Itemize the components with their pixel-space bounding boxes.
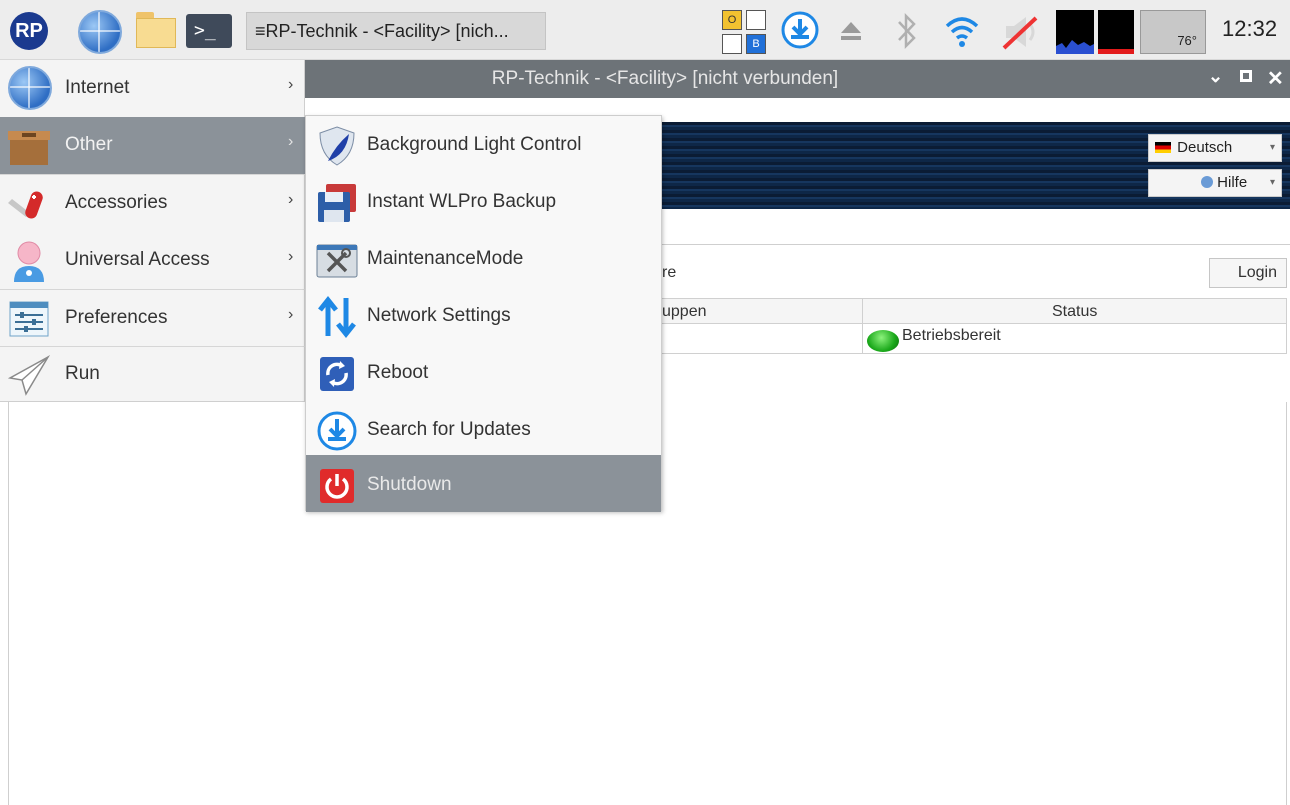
floppy-icon [318, 184, 356, 222]
pocketknife-icon [8, 191, 43, 219]
partial-label: re [662, 264, 677, 281]
chevron-right-icon: › [288, 191, 294, 208]
menu-item-preferences[interactable]: Preferences › [0, 290, 305, 347]
submenu-item-label: MaintenanceMode [367, 248, 524, 269]
submenu-item-network-settings[interactable]: Network Settings [306, 288, 661, 345]
power-icon [320, 469, 354, 503]
submenu-item-shutdown[interactable]: Shutdown [306, 455, 661, 512]
submenu-item-maintenancemode[interactable]: MaintenanceMode [306, 231, 661, 288]
submenu-item-label: Search for Updates [367, 419, 531, 440]
cpu-monitor-graph [1056, 10, 1094, 54]
paper-plane-icon [8, 355, 50, 396]
language-select-value: Deutsch [1177, 139, 1233, 156]
submenu-item-reboot[interactable]: Reboot [306, 345, 661, 402]
menu-item-label: Accessories [65, 192, 168, 213]
reboot-icon [320, 357, 354, 391]
submenu-item-label: Shutdown [367, 474, 452, 495]
shield-icon [319, 126, 355, 166]
status-ok-icon [867, 330, 899, 352]
help-select-value: Hilfe [1217, 174, 1248, 191]
chevron-right-icon: › [288, 133, 294, 150]
ob-indicator-b[interactable]: B [746, 34, 766, 54]
submenu-item-label: Background Light Control [367, 134, 582, 155]
help-select[interactable]: Hilfe ▾ [1148, 169, 1282, 197]
person-icon [14, 241, 44, 282]
submenu-item-label: Reboot [367, 362, 429, 383]
chevron-down-icon: ▾ [1269, 142, 1275, 153]
sliders-icon [9, 301, 49, 337]
status-text: Betriebsbereit [902, 327, 1001, 344]
volume-muted-icon[interactable] [1000, 14, 1046, 50]
updates-download-icon[interactable] [780, 10, 820, 50]
taskbar: RP >_ ≡RP-Technik - <Facility> [nich... … [0, 0, 1290, 60]
ob-indicator-o[interactable]: O [722, 10, 742, 30]
submenu-item-background-light-control[interactable]: Background Light Control [306, 117, 661, 174]
column-divider [862, 324, 863, 353]
download-icon [317, 411, 357, 451]
menu-item-label: Universal Access [65, 249, 210, 270]
menu-item-internet[interactable]: Internet › [0, 60, 305, 117]
column-header-groups[interactable]: uppen [662, 303, 707, 321]
column-header-status[interactable]: Status [1052, 303, 1097, 321]
temperature-indicator: 76° [1140, 10, 1206, 54]
menu-item-label: Preferences [65, 307, 168, 328]
menu-item-other[interactable]: Other › [0, 117, 305, 174]
web-browser-icon[interactable] [78, 10, 122, 54]
menu-item-label: Internet [65, 77, 130, 98]
updown-arrows-icon [318, 296, 356, 338]
chevron-down-icon[interactable]: ⌄ [1208, 66, 1223, 87]
application-menu: Internet › Other › Accessories › Univers… [0, 60, 305, 402]
ob-indicator-blank [722, 34, 742, 54]
globe-small-icon [1201, 176, 1213, 188]
chevron-down-icon: ▾ [1269, 177, 1275, 188]
maximize-icon[interactable] [1240, 66, 1252, 87]
language-select[interactable]: Deutsch ▾ [1148, 134, 1282, 162]
chevron-right-icon: › [288, 306, 294, 323]
column-divider [862, 299, 863, 323]
memory-monitor-graph [1098, 10, 1134, 54]
globe-icon [8, 66, 52, 110]
eject-icon[interactable] [840, 20, 862, 42]
terminal-icon[interactable]: >_ [186, 14, 232, 48]
tools-icon [316, 244, 358, 278]
clock[interactable]: 12:32 [1222, 16, 1277, 42]
close-icon[interactable]: ✕ [1267, 66, 1284, 91]
bluetooth-icon[interactable] [896, 12, 918, 50]
submenu-other: Background Light Control Instant WLPro B… [305, 115, 662, 512]
submenu-item-instant-wlpro-backup[interactable]: Instant WLPro Backup [306, 174, 661, 231]
submenu-item-label: Network Settings [367, 305, 511, 326]
german-flag-icon [1155, 142, 1171, 153]
menu-item-label: Run [65, 363, 100, 384]
ob-indicator-blank [746, 10, 766, 30]
menu-item-accessories[interactable]: Accessories › [0, 175, 305, 232]
wifi-icon[interactable] [944, 14, 980, 48]
menu-item-run[interactable]: Run [0, 346, 305, 403]
taskbar-window-button[interactable]: ≡RP-Technik - <Facility> [nich... [246, 12, 546, 50]
chevron-right-icon: › [288, 248, 294, 265]
rp-logo-icon[interactable]: RP [10, 12, 48, 50]
submenu-item-search-for-updates[interactable]: Search for Updates [306, 402, 661, 459]
login-button[interactable]: Login [1209, 258, 1287, 288]
menu-item-label: Other [65, 134, 113, 155]
menu-item-universal-access[interactable]: Universal Access › [0, 232, 305, 289]
help-label-wrap: Hilfe [1201, 170, 1247, 196]
submenu-item-label: Instant WLPro Backup [367, 191, 557, 212]
chevron-right-icon: › [288, 76, 294, 93]
file-manager-icon[interactable] [136, 12, 176, 48]
box-icon [8, 131, 50, 165]
